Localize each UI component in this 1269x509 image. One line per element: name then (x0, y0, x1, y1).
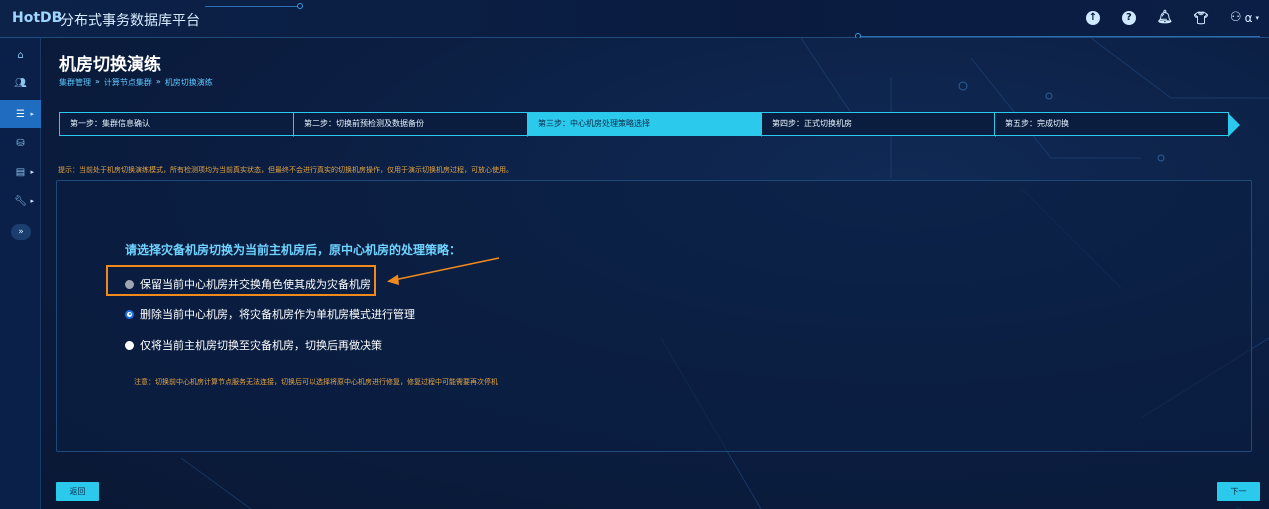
page-title: 机房切换演练 (59, 55, 161, 75)
logo[interactable]: HotDB (12, 10, 62, 26)
radio-button[interactable] (125, 340, 134, 350)
step-label: 第二步：切换前预检测及数据备份 (304, 119, 424, 128)
users-icon: 👥︎ (14, 77, 27, 89)
shirt-icon[interactable]: 👕︎ (1193, 11, 1208, 25)
main-content: 机房切换演练 集群管理 » 计算节点集群 » 机房切换演练 第一步：集群信息确认… (41, 38, 1269, 509)
decor-dot (297, 3, 303, 9)
chevron-down-icon: ▾ (1255, 13, 1259, 22)
breadcrumb-item-compute-cluster[interactable]: 计算节点集群 (104, 77, 152, 88)
decor-line (860, 36, 1260, 37)
step-label: 第四步：正式切换机房 (772, 119, 852, 128)
option-label: 仅将当前主机房切换至灾备机房，切换后再做决策 (140, 339, 382, 352)
option-label: 删除当前中心机房，将灾备机房作为单机房模式进行管理 (140, 308, 415, 321)
demo-mode-tip: 提示：当前处于机房切换演练模式，所有检测项均为当前真实状态，但最终不会进行真实的… (58, 166, 513, 174)
step-3: 第三步：中心机房处理策略选择 (527, 112, 773, 137)
top-icon-bar: ↑ ? 🔔︎ 👕︎ ⚇ α ▾ (1085, 10, 1259, 25)
option-switch-only[interactable]: 仅将当前主机房切换至灾备机房，切换后再做决策 (125, 337, 382, 353)
sidebar-item-cluster[interactable]: ☰ ▸ (0, 100, 41, 128)
database-icon: ⛁ (16, 137, 25, 149)
sidebar-toggle-button[interactable]: » (11, 224, 31, 240)
breadcrumb-item-current: 机房切换演练 (164, 78, 213, 87)
help-icon[interactable]: ? (1121, 10, 1136, 25)
wrench-icon: 🔧︎ (14, 195, 27, 207)
step-arrow-icon (1228, 113, 1240, 137)
report-icon: ▤ (15, 166, 26, 178)
server-icon: ☰ (16, 108, 25, 120)
top-bar: HotDB 分布式事务数据库平台 ↑ ? 🔔︎ 👕︎ ⚇ α ▾ (0, 0, 1269, 39)
step-1: 第一步：集群信息确认 (59, 112, 305, 137)
strategy-question: 请选择灾备机房切换为当前主机房后，原中心机房的处理策略： (125, 243, 462, 257)
user-menu[interactable]: ⚇ α ▾ (1230, 10, 1259, 25)
sidebar-item-tools[interactable]: 🔧︎ ▸ (0, 187, 41, 215)
step-label: 第一步：集群信息确认 (70, 119, 150, 128)
next-step-button[interactable]: 下一步 (1217, 482, 1260, 509)
step-label: 第五步：完成切换 (1005, 119, 1069, 128)
step-2: 第二步：切换前预检测及数据备份 (293, 112, 539, 137)
caret-right-icon: ▸ (30, 197, 34, 205)
upload-icon[interactable]: ↑ (1085, 10, 1100, 25)
sidebar-item-report[interactable]: ▤ ▸ (0, 158, 41, 186)
breadcrumb-item-cluster-management[interactable]: 集群管理 (59, 77, 91, 88)
user-name: α (1244, 10, 1253, 25)
breadcrumb: 集群管理 » 计算节点集群 » 机房切换演练 (59, 77, 213, 88)
breadcrumb-separator: » (95, 77, 100, 86)
step-label: 第三步：中心机房处理策略选择 (538, 119, 650, 128)
user-icon: ⚇ (1229, 10, 1242, 25)
radio-button[interactable] (125, 309, 134, 319)
home-icon: ⌂ (17, 49, 24, 61)
back-button[interactable]: 返回 (56, 482, 99, 501)
step-4: 第四步：正式切换机房 (761, 112, 1007, 137)
app-title: 分布式事务数据库平台 (60, 13, 200, 29)
strategy-panel: 请选择灾备机房切换为当前主机房后，原中心机房的处理策略： 保留当前中心机房并交换… (56, 180, 1252, 452)
decor-line (205, 6, 300, 7)
sidebar-item-database[interactable]: ⛁ (0, 129, 41, 157)
sidebar-item-home[interactable]: ⌂ (0, 41, 41, 69)
bell-icon[interactable]: 🔔︎ (1157, 10, 1174, 25)
sidebar-item-users[interactable]: 👥︎ (0, 69, 41, 97)
annotation-highlight-box (106, 265, 376, 296)
caret-right-icon: ▸ (30, 110, 34, 118)
switch-note: 注意：切换前中心机房计算节点服务无法连接，切换后可以选择将原中心机房进行修复，修… (134, 378, 498, 386)
breadcrumb-separator: » (155, 77, 161, 86)
caret-right-icon: ▸ (30, 168, 34, 176)
sidebar: ⌂ 👥︎ ☰ ▸ ⛁ ▤ ▸ 🔧︎ ▸ » (0, 38, 41, 509)
option-delete-center[interactable]: 删除当前中心机房，将灾备机房作为单机房模式进行管理 (125, 306, 415, 322)
step-5: 第五步：完成切换 (994, 112, 1240, 137)
